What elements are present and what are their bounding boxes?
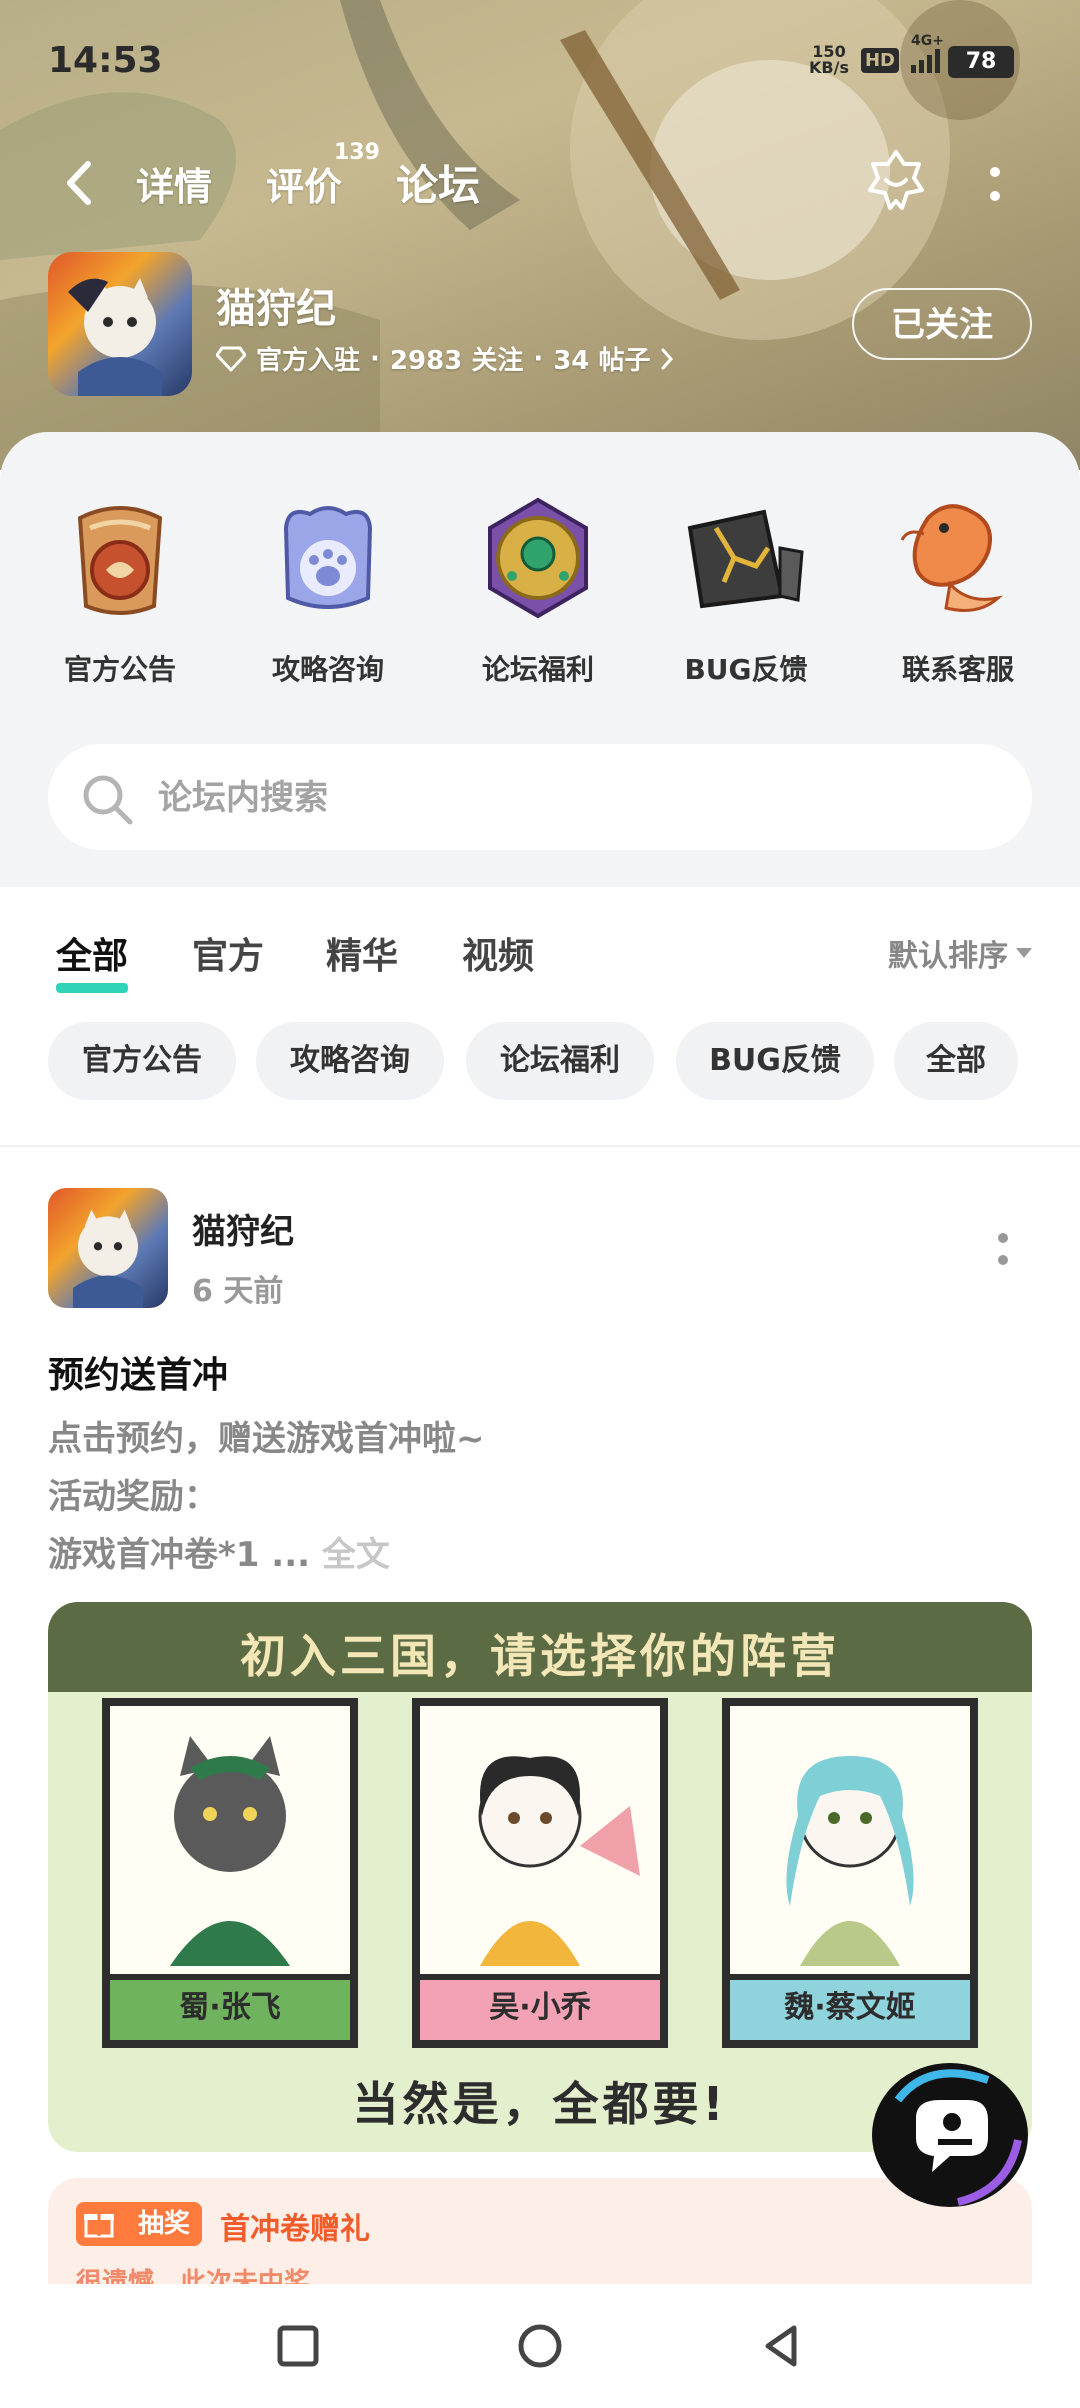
- top-nav: 详情 评价 139 论坛: [0, 140, 1080, 230]
- chip-announcements[interactable]: 官方公告: [48, 1022, 236, 1100]
- faction-label: 魏·蔡文姬: [730, 1974, 970, 2040]
- xiao-qiao-illustration: [478, 1756, 640, 1966]
- cracked-stone-icon: [687, 509, 804, 609]
- scroll-seal-icon: [77, 506, 163, 615]
- chip-all[interactable]: 全部: [894, 1022, 1018, 1100]
- recents-square-icon[interactable]: [270, 2318, 326, 2374]
- diamond-icon: [216, 346, 246, 371]
- sort-label: 默认排序: [888, 939, 1008, 974]
- meta-dot: ·: [370, 343, 380, 374]
- home-circle-icon[interactable]: [512, 2318, 568, 2374]
- reviews-count-badge: 139: [334, 140, 380, 165]
- quick-link-label: 官方公告: [63, 653, 176, 686]
- gift-icon: [84, 2214, 114, 2238]
- posts-count: 34 帖子: [553, 346, 651, 376]
- chat-bubble-icon[interactable]: [868, 2060, 1032, 2210]
- filter-tab-featured[interactable]: 精华: [326, 927, 398, 979]
- chip-guides[interactable]: 攻略咨询: [256, 1022, 444, 1100]
- post-author-name[interactable]: 猫狩纪: [192, 1204, 294, 1253]
- paw-badge-icon: [283, 506, 373, 609]
- quick-link-label: 联系客服: [901, 653, 1014, 686]
- forum-panel: 官方公告 攻略咨询 论坛福利 BUG反馈 联系客服 论坛内搜索: [0, 432, 1080, 887]
- post-timestamp: 6 天前: [192, 1274, 284, 1309]
- zhang-fei-illustration: [170, 1736, 290, 1966]
- tab-forum[interactable]: 论坛: [396, 152, 480, 213]
- game-icon[interactable]: [48, 252, 192, 396]
- search-icon: [83, 775, 133, 825]
- game-icon-art: [68, 278, 162, 396]
- status-icons: 150 KB/s HD 4G+: [809, 33, 944, 76]
- faction-card-shu: 蜀·张飞: [102, 1698, 358, 2048]
- lottery-badge-label: 抽奖: [137, 2209, 190, 2239]
- tab-details[interactable]: 详情: [136, 156, 212, 211]
- koi-fish-icon: [900, 504, 1004, 612]
- faction-card-wei: 魏·蔡文姬: [722, 1698, 978, 2048]
- battery-icon: 78: [948, 46, 1014, 78]
- net-speed-unit: KB/s: [809, 58, 849, 77]
- filter-tabs: 全部 官方 精华 视频 默认排序: [0, 887, 1080, 1007]
- ellipsis: ...: [259, 1535, 322, 1575]
- avatar-art: [73, 1209, 143, 1308]
- signal-bars: [911, 47, 940, 73]
- followers-count: 2983 关注: [389, 346, 524, 376]
- net-speed: 150 KB/s: [809, 44, 849, 76]
- post-more-icon[interactable]: [988, 1228, 1018, 1272]
- filter-tab-video[interactable]: 视频: [462, 927, 534, 979]
- quick-link-label: 攻略咨询: [271, 653, 384, 686]
- read-more-link[interactable]: 全文: [322, 1535, 390, 1575]
- clock: 14:53: [48, 40, 163, 81]
- official-label: 官方入驻: [256, 346, 361, 376]
- post-title[interactable]: 预约送首冲: [48, 1346, 228, 1398]
- game-header: 14:53 150 KB/s HD 4G+ 78 详情 评价 139 论坛 猫狩…: [0, 0, 1080, 470]
- active-filter-indicator: [56, 983, 128, 993]
- post-author-avatar[interactable]: [48, 1188, 168, 1308]
- star-badge-icon[interactable]: [862, 146, 930, 214]
- lottery-title: 首冲卷赠礼: [220, 2212, 370, 2247]
- jade-medallion-icon: [488, 497, 588, 619]
- game-meta[interactable]: 官方入驻 · 2983 关注 · 34 帖子: [216, 340, 674, 377]
- chip-benefits[interactable]: 论坛福利: [466, 1022, 654, 1100]
- cai-wenji-illustration: [786, 1756, 914, 1966]
- quick-link-bug-report[interactable]: BUG反馈: [656, 488, 836, 688]
- forum-search[interactable]: [48, 744, 1032, 852]
- faction-label: 蜀·张飞: [110, 1974, 350, 2040]
- quick-link-announcements[interactable]: 官方公告: [30, 488, 210, 688]
- quick-link-guides[interactable]: 攻略咨询: [238, 488, 418, 688]
- faction-label: 吴·小乔: [420, 1974, 660, 2040]
- post-line: 活动奖励：: [48, 1477, 218, 1517]
- quick-link-support[interactable]: 联系客服: [868, 488, 1048, 688]
- caret-down-icon: [1016, 948, 1032, 958]
- sort-dropdown[interactable]: 默认排序: [888, 931, 1032, 975]
- post-line: 游戏首冲卷*1 ... 全文: [48, 1526, 485, 1584]
- quick-link-benefits[interactable]: 论坛福利: [448, 488, 628, 688]
- network-type: 4G+: [911, 33, 944, 49]
- faction-card-wu: 吴·小乔: [412, 1698, 668, 2048]
- filter-tab-all[interactable]: 全部: [56, 927, 128, 979]
- signal-icon: 4G+: [911, 33, 944, 73]
- search-input[interactable]: [156, 744, 1000, 852]
- section-divider: [0, 1145, 1080, 1147]
- back-triangle-icon[interactable]: [754, 2318, 810, 2374]
- tab-reviews[interactable]: 评价: [266, 156, 342, 211]
- chevron-right-icon: [661, 348, 674, 369]
- category-chips: 官方公告 攻略咨询 论坛福利 BUG反馈 全部: [0, 1007, 1080, 1145]
- image-title: 初入三国，请选择你的阵营: [240, 1629, 840, 1683]
- game-name: 猫狩纪: [216, 286, 336, 332]
- more-vertical-icon[interactable]: [980, 160, 1010, 210]
- meta-dot: ·: [533, 343, 544, 374]
- filter-tab-official[interactable]: 官方: [192, 927, 264, 979]
- hd-icon: HD: [860, 47, 899, 73]
- quick-link-label: BUG反馈: [684, 653, 808, 686]
- status-bar: 14:53 150 KB/s HD 4G+ 78: [0, 0, 1080, 120]
- quick-link-label: 论坛福利: [481, 653, 594, 686]
- lottery-badge: 抽奖: [76, 2202, 202, 2246]
- post-body[interactable]: 点击预约，赠送游戏首冲啦~ 活动奖励： 游戏首冲卷*1 ... 全文: [48, 1410, 485, 1584]
- chip-bug-report[interactable]: BUG反馈: [676, 1022, 874, 1100]
- system-navigation-bar: [0, 2284, 1080, 2408]
- follow-button[interactable]: 已关注: [852, 288, 1032, 360]
- post-line-text: 游戏首冲卷*1: [48, 1535, 260, 1575]
- back-arrow-icon[interactable]: [56, 158, 106, 208]
- post-line: 点击预约，赠送游戏首冲啦~: [48, 1419, 485, 1459]
